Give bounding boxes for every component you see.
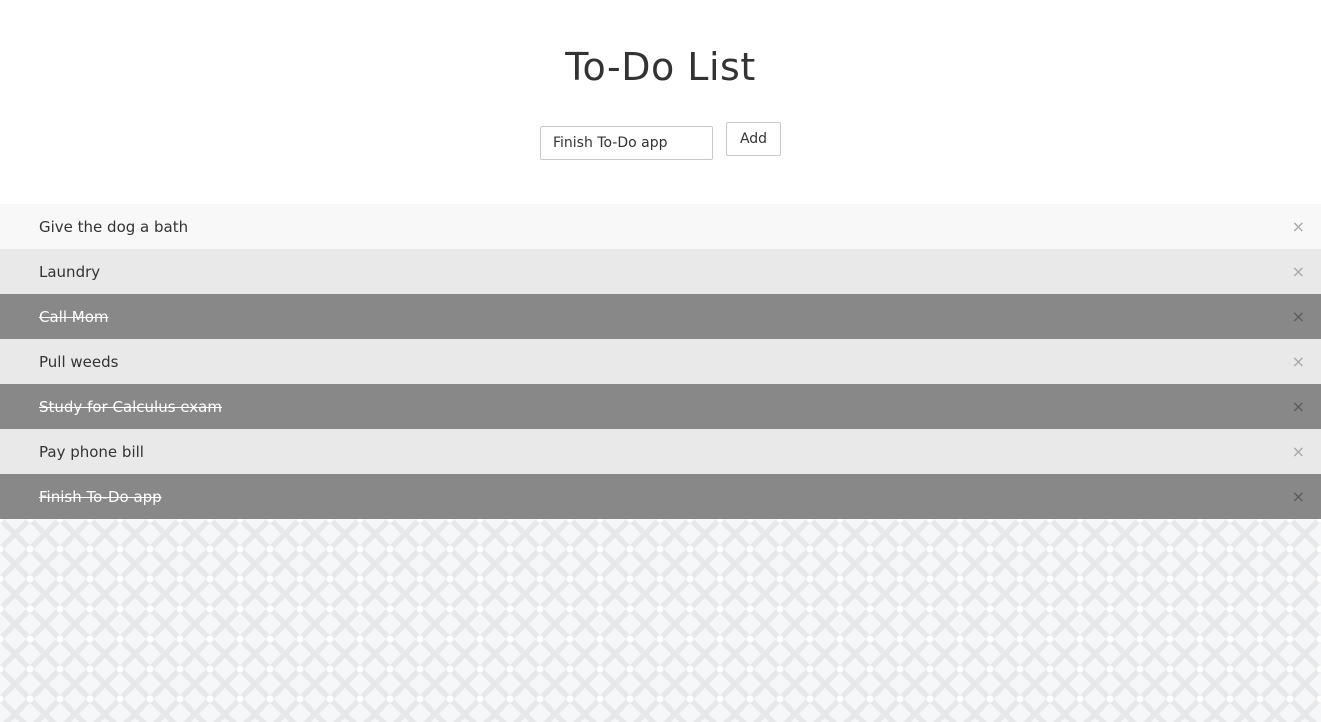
close-icon[interactable]: × bbox=[1292, 443, 1305, 460]
close-icon[interactable]: × bbox=[1292, 218, 1305, 235]
task-input[interactable] bbox=[540, 126, 713, 160]
todo-text: Finish To-Do app bbox=[39, 487, 162, 506]
todo-text: Pay phone bill bbox=[39, 442, 144, 461]
todo-text: Give the dog a bath bbox=[39, 217, 189, 236]
todo-item[interactable]: Pay phone bill × bbox=[0, 429, 1321, 474]
todo-text: Pull weeds bbox=[39, 352, 119, 371]
background-pattern bbox=[0, 519, 1321, 722]
todo-item[interactable]: Pull weeds × bbox=[0, 339, 1321, 384]
page-title: To-Do List bbox=[565, 45, 756, 89]
todo-list: Give the dog a bath × Laundry × Call Mom… bbox=[0, 204, 1321, 519]
close-icon[interactable]: × bbox=[1292, 308, 1305, 325]
todo-item[interactable]: Give the dog a bath × bbox=[0, 204, 1321, 249]
todo-text: Call Mom bbox=[39, 307, 109, 326]
close-icon[interactable]: × bbox=[1292, 263, 1305, 280]
todo-item[interactable]: Laundry × bbox=[0, 249, 1321, 294]
add-task-form: Add bbox=[540, 122, 781, 160]
header-area: To-Do List Add bbox=[0, 0, 1321, 204]
todo-item[interactable]: Study for Calculus exam × bbox=[0, 384, 1321, 429]
close-icon[interactable]: × bbox=[1292, 398, 1305, 415]
todo-text: Study for Calculus exam bbox=[39, 397, 222, 416]
todo-item[interactable]: Finish To-Do app × bbox=[0, 474, 1321, 519]
todo-text: Laundry bbox=[39, 262, 101, 281]
close-icon[interactable]: × bbox=[1292, 488, 1305, 505]
todo-item[interactable]: Call Mom × bbox=[0, 294, 1321, 339]
close-icon[interactable]: × bbox=[1292, 353, 1305, 370]
add-button[interactable]: Add bbox=[726, 122, 781, 156]
